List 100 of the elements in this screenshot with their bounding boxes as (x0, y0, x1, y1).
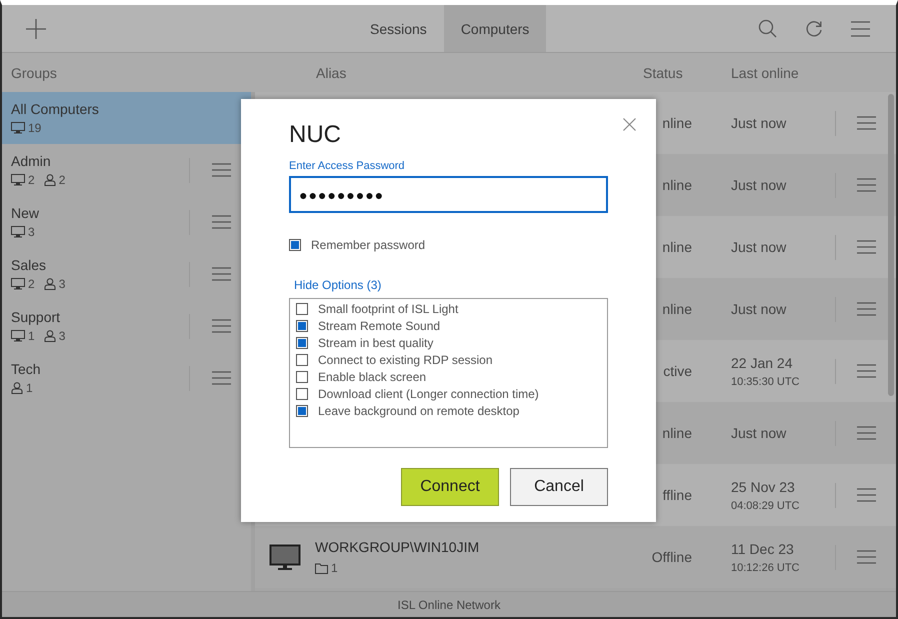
last-online-date: Just now (731, 239, 788, 255)
refresh-icon[interactable] (805, 20, 823, 38)
password-field[interactable]: ●●●●●●●●● (289, 176, 608, 213)
group-item[interactable]: Tech 1 (2, 352, 251, 404)
monitor-icon (269, 544, 301, 570)
menu-icon[interactable] (857, 426, 876, 440)
option-label: Enable black screen (318, 370, 426, 384)
option-label: Download client (Longer connection time) (318, 386, 539, 400)
last-online-date: 22 Jan 24 (731, 354, 794, 370)
checkbox[interactable] (296, 404, 308, 416)
column-header: Status (643, 64, 683, 80)
last-online-time: 10:35:30 UTC (731, 376, 800, 388)
option-label: Leave background on remote desktop (318, 404, 520, 418)
menu-icon[interactable] (857, 302, 876, 316)
computer-count: 2 (28, 277, 35, 291)
option-label: Connect to existing RDP session (318, 352, 493, 366)
option-label: Small footprint of ISL Light (318, 302, 458, 316)
checkbox[interactable] (289, 239, 301, 251)
last-online-date: 25 Nov 23 (731, 478, 796, 494)
status-text: ctive (662, 363, 692, 379)
menu-icon[interactable] (857, 116, 876, 130)
user-icon (44, 330, 56, 342)
last-online-time: 04:08:29 UTC (731, 500, 800, 512)
search-icon[interactable] (758, 19, 777, 38)
monitor-icon (11, 122, 25, 134)
menu-icon[interactable] (857, 240, 876, 254)
computer-count: 1 (28, 329, 35, 343)
monitor-icon (11, 226, 25, 238)
user-count: 2 (58, 173, 66, 187)
group-name: Support (11, 309, 62, 325)
monitor-icon (11, 174, 25, 186)
group-item[interactable]: Admin 2 2 (2, 144, 251, 196)
user-count: 3 (58, 329, 66, 343)
connect-button[interactable]: Connect (401, 468, 499, 506)
column-header: Groups (11, 64, 57, 80)
menu-icon[interactable] (857, 364, 876, 378)
checkbox-label: Remember password (311, 238, 426, 252)
cancel-button[interactable]: Cancel (510, 468, 608, 506)
group-name: Tech (11, 361, 42, 377)
menu-icon[interactable] (857, 488, 876, 502)
menu-icon[interactable] (212, 215, 231, 229)
options-link[interactable]: Hide Options (3) (294, 278, 382, 292)
close-icon[interactable] (623, 118, 636, 131)
computer-alias: WORKGROUP\WIN10JIM (315, 539, 480, 555)
checkbox[interactable] (296, 336, 308, 348)
status-text: nline (661, 425, 692, 441)
checkbox[interactable] (296, 320, 308, 332)
status-text: nline (661, 177, 692, 193)
user-count: 3 (58, 277, 66, 291)
group-item[interactable]: Support 1 3 (2, 300, 251, 352)
status-text: ffline (662, 487, 692, 503)
status-bar-text: ISL Online Network (398, 598, 500, 612)
last-online-time: 10:12:26 UTC (731, 562, 800, 574)
computer-count: 19 (28, 121, 42, 135)
option-label: Stream in best quality (318, 336, 434, 350)
last-online-date: Just now (731, 301, 788, 317)
column-header: Alias (316, 64, 346, 80)
user-icon (44, 174, 56, 186)
folder-icon (315, 562, 328, 574)
checkbox[interactable] (296, 302, 308, 314)
column-header: Last online (731, 64, 799, 80)
last-online-date: Just now (731, 425, 788, 441)
user-count: 1 (26, 381, 33, 395)
add-icon[interactable] (26, 18, 46, 38)
status-text: nline (661, 239, 692, 255)
last-online-date: 11 Dec 23 (731, 540, 795, 556)
group-item[interactable]: Sales 2 3 (2, 248, 251, 300)
menu-icon[interactable] (212, 163, 231, 177)
status-text: nline (661, 115, 692, 131)
scrollbar[interactable] (888, 94, 894, 396)
computer-count: 3 (28, 225, 35, 239)
tab[interactable]: Sessions (353, 5, 444, 52)
menu-icon[interactable] (212, 319, 231, 333)
group-name: Sales (11, 257, 48, 273)
group-item[interactable]: New 3 (2, 196, 251, 248)
menu-icon[interactable] (857, 550, 876, 564)
dialog-title: NUC (289, 121, 341, 149)
folder-count: 1 (331, 561, 338, 575)
computer-count: 2 (28, 173, 35, 187)
user-icon (11, 382, 23, 394)
checkbox[interactable] (296, 370, 308, 382)
status-text: Offline (650, 549, 692, 565)
menu-icon[interactable] (212, 267, 231, 281)
option-label: Stream Remote Sound (318, 318, 440, 332)
group-item[interactable]: All Computers 19 (2, 92, 251, 144)
menu-icon[interactable] (851, 20, 870, 36)
group-name: Admin (11, 153, 52, 169)
menu-icon[interactable] (857, 178, 876, 192)
checkbox[interactable] (296, 354, 308, 366)
last-online-date: Just now (731, 115, 788, 131)
group-name: New (11, 205, 40, 221)
status-text: nline (661, 301, 692, 317)
last-online-date: Just now (731, 177, 788, 193)
user-icon (44, 278, 56, 290)
menu-icon[interactable] (212, 371, 231, 385)
field-label: Enter Access Password (289, 160, 405, 172)
checkbox[interactable] (296, 388, 308, 400)
tab[interactable]: Computers (444, 5, 546, 52)
monitor-icon (11, 330, 25, 342)
monitor-icon (11, 278, 25, 290)
